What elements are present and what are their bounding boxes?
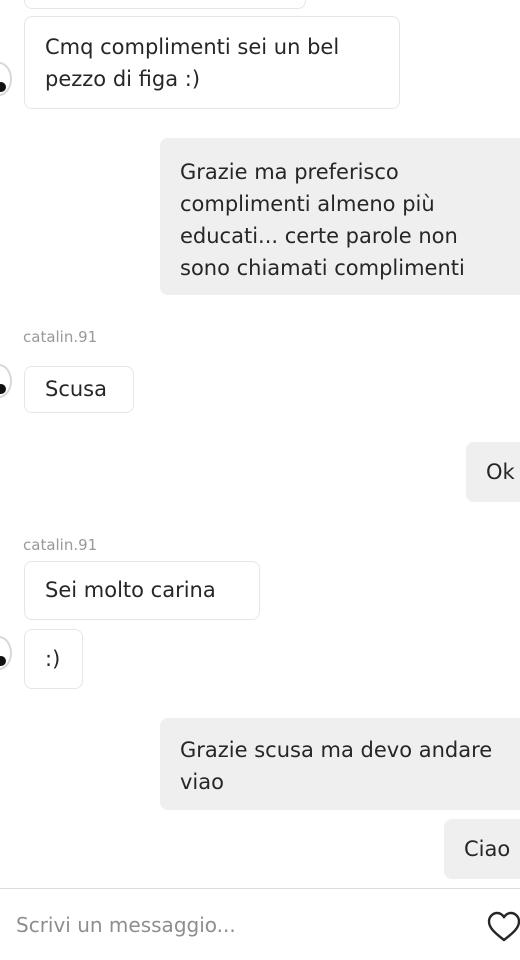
- incoming-message[interactable]: Sei molto carina: [24, 561, 260, 620]
- message-text: Grazie scusa ma devo andare viao: [180, 738, 493, 794]
- message-text: Ok: [486, 460, 515, 484]
- message-text: Sei molto carina: [45, 578, 216, 602]
- outgoing-message[interactable]: Grazie scusa ma devo andare viao: [160, 718, 520, 810]
- previous-message-bubble: [24, 0, 306, 9]
- avatar[interactable]: [0, 364, 12, 398]
- message-text: Grazie ma preferisco complimenti almeno …: [180, 160, 465, 280]
- avatar[interactable]: [0, 636, 12, 670]
- incoming-message[interactable]: Cmq complimenti sei un bel pezzo di figa…: [24, 16, 400, 109]
- message-text: :): [45, 647, 61, 671]
- message-thread[interactable]: Cmq complimenti sei un bel pezzo di figa…: [0, 0, 520, 888]
- avatar[interactable]: [0, 62, 12, 96]
- outgoing-message[interactable]: Ciao: [444, 819, 520, 879]
- message-text: Cmq complimenti sei un bel pezzo di figa…: [45, 35, 340, 91]
- message-text: Ciao: [464, 837, 511, 861]
- message-input[interactable]: [16, 907, 456, 943]
- message-text: Scusa: [45, 377, 107, 401]
- heart-icon[interactable]: [487, 911, 520, 943]
- incoming-message[interactable]: Scusa: [24, 366, 134, 413]
- incoming-message[interactable]: :): [24, 629, 83, 689]
- outgoing-message[interactable]: Ok: [466, 442, 520, 502]
- message-composer: [0, 888, 520, 960]
- sender-name: catalin.91: [23, 536, 98, 554]
- outgoing-message[interactable]: Grazie ma preferisco complimenti almeno …: [160, 138, 520, 295]
- sender-name: catalin.91: [23, 328, 98, 346]
